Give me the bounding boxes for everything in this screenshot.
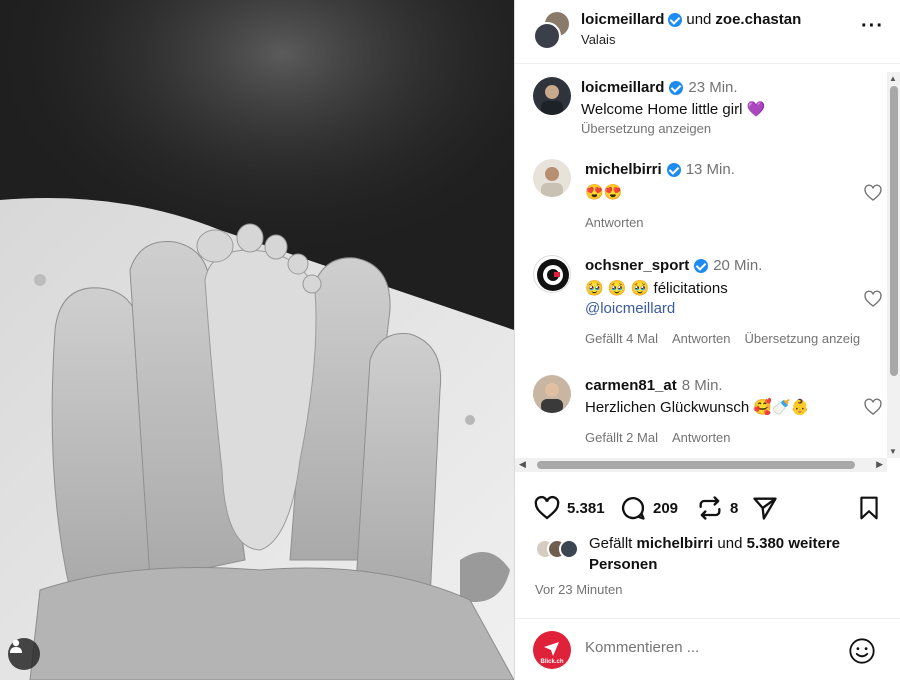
scroll-right-icon[interactable]: ▶ [876,459,883,470]
verified-badge-icon [669,80,684,95]
verified-badge-icon [694,258,709,273]
comments-count[interactable]: 209 [653,500,678,517]
caption-header: loicmeillard 23 Min. [581,79,738,96]
comment-header: carmen81_at 8 Min. [585,377,723,394]
emoji-icon[interactable] [848,637,876,665]
person-icon [541,167,563,197]
blick-logo-icon: Blick.ch [540,642,564,665]
comment-action: 209 [619,494,678,522]
share-action [751,494,779,522]
author-avatar[interactable] [533,22,561,50]
comment-input[interactable] [585,639,825,656]
comment-username[interactable]: michelbirri [585,161,662,178]
comments-list: loicmeillard 23 Min. Welcome Home little… [515,65,887,460]
comment-time[interactable]: 8 Min. [682,377,723,394]
comment-text: Herzlichen Glückwunsch 🥰🍼👶 [585,399,810,416]
repost-action: 8 [696,494,738,522]
save-action [856,494,882,527]
avatar [559,539,579,559]
post-location[interactable]: Valais [581,32,615,47]
ochsner-logo-icon [537,259,569,291]
caption-meta: Übersetzung anzeigen [581,121,711,136]
header-usernames: loicmeillard und zoe.chastan [581,11,801,28]
likes-count-link[interactable]: Gefällt 2 Mal [585,430,658,445]
avatar[interactable] [533,375,571,413]
post-actions: 5.381 209 8 [515,488,900,526]
avatar[interactable] [533,255,571,293]
reply-button[interactable]: Antworten [672,430,731,445]
caption-time[interactable]: 23 Min. [688,79,737,96]
scroll-left-icon[interactable]: ◀ [519,459,526,470]
post-header: loicmeillard und zoe.chastan Valais ··· [515,0,900,64]
coauthor-username[interactable]: zoe.chastan [715,11,801,28]
like-comment-heart-icon[interactable] [863,397,883,417]
repost-icon[interactable] [696,494,724,522]
blick-logo-text: Blick.ch [540,659,563,665]
like-comment-heart-icon[interactable] [863,289,883,309]
translate-link[interactable]: Übersetzung anzeig [745,331,861,346]
post-photo[interactable] [0,0,514,680]
verified-badge-icon [668,12,683,27]
heart-icon[interactable] [533,494,561,522]
like-comment-heart-icon[interactable] [863,183,883,203]
liked-by-avatars[interactable] [535,539,585,561]
paper-plane-icon[interactable] [751,494,779,522]
like-action: 5.381 [533,494,605,522]
avatar[interactable] [533,159,571,197]
post-timestamp[interactable]: Vor 23 Minuten [535,582,622,597]
baby-foot-in-hand-image [0,0,514,680]
author-avatars[interactable] [533,10,571,50]
likes-count[interactable]: 5.381 [567,500,605,517]
comment-composer: Blick.ch [515,618,900,680]
caption-username[interactable]: loicmeillard [581,79,664,96]
liked-by-prefix: Gefällt [589,535,633,552]
scroll-down-icon[interactable]: ▼ [889,447,897,456]
comment-item: michelbirri 13 Min. 😍😍 Antworten [515,147,887,237]
comment-meta: Gefällt 4 Mal Antworten Übersetzung anze… [585,331,860,346]
comment-time[interactable]: 13 Min. [686,161,735,178]
author-username[interactable]: loicmeillard [581,11,664,28]
person-icon [541,383,563,413]
reply-button[interactable]: Antworten [585,215,644,230]
scroll-up-icon[interactable]: ▲ [889,74,897,83]
vertical-scrollbar[interactable]: ▲ ▼ [887,72,900,458]
post-details-panel: loicmeillard und zoe.chastan Valais ··· … [515,0,900,680]
liked-by-mid: und [717,535,743,552]
current-user-avatar[interactable]: Blick.ch [533,631,571,669]
comment-username[interactable]: ochsner_sport [585,257,689,274]
caption-item: loicmeillard 23 Min. Welcome Home little… [515,65,887,145]
comment-meta: Gefällt 2 Mal Antworten [585,430,731,445]
comment-header: ochsner_sport 20 Min. [585,257,762,274]
bookmark-icon[interactable] [856,494,882,522]
liked-by-text: Gefällt michelbirri und 5.380 weitere Pe… [589,533,889,575]
comment-bubble-icon[interactable] [619,494,647,522]
horizontal-scrollbar[interactable]: ◀ ▶ [515,458,887,472]
reply-button[interactable]: Antworten [672,331,731,346]
comment-text: 😍😍 [585,184,623,201]
verified-badge-icon [666,162,681,177]
vertical-scroll-thumb[interactable] [890,86,898,376]
likes-count-link[interactable]: Gefällt 4 Mal [585,331,658,346]
comment-meta: Antworten [585,215,644,230]
caption-text: Welcome Home little girl 💜 [581,101,766,118]
translate-link[interactable]: Übersetzung anzeigen [581,121,711,136]
user-icon [10,639,22,653]
reposts-count[interactable]: 8 [730,500,738,517]
comment-item: ochsner_sport 20 Min. 🥹 🥹 🥹 félicitation… [515,243,887,359]
comment-header: michelbirri 13 Min. [585,161,735,178]
tagged-users-button[interactable] [8,638,40,670]
horizontal-scroll-thumb[interactable] [537,461,855,469]
comment-time[interactable]: 20 Min. [713,257,762,274]
connector-text: und [686,11,712,28]
mention-link[interactable]: @loicmeillard [585,300,675,317]
comment-username[interactable]: carmen81_at [585,377,677,394]
comment-item: carmen81_at 8 Min. Herzlichen Glückwunsc… [515,363,887,459]
comment-text: 🥹 🥹 🥹 félicitations [585,280,728,297]
liked-by-user[interactable]: michelbirri [637,535,714,552]
person-icon [541,85,563,115]
more-options-icon[interactable]: ··· [861,16,884,36]
avatar[interactable] [533,77,571,115]
